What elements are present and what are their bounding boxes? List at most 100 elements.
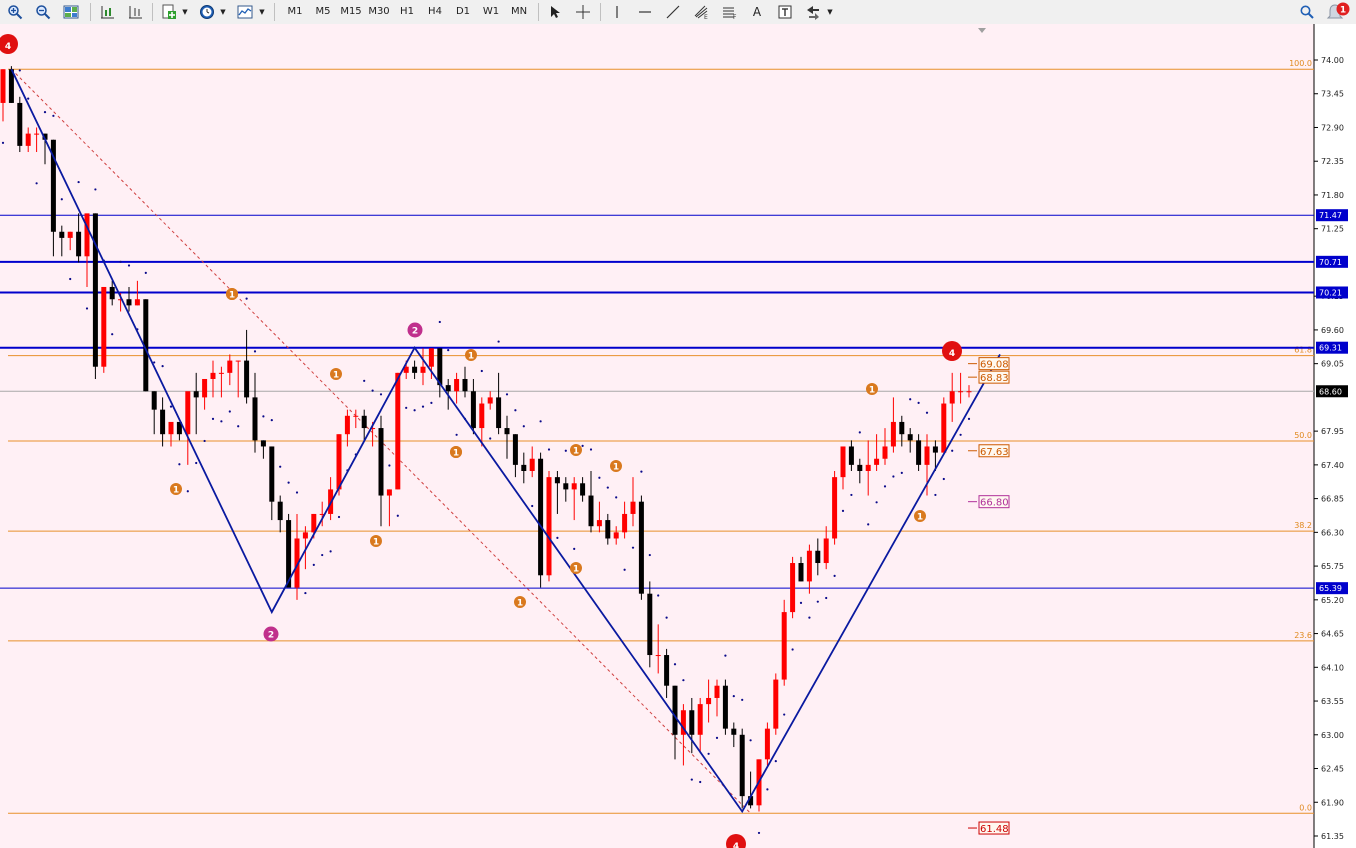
candle xyxy=(832,477,838,539)
hline-price-label: 71.47 xyxy=(1319,211,1342,220)
wave-label-text: 1 xyxy=(333,371,339,381)
timeframe-m15[interactable]: M15 xyxy=(338,2,364,21)
axis-price-label: 71.25 xyxy=(1321,225,1344,234)
candle xyxy=(428,348,434,367)
candle xyxy=(344,415,350,435)
sar-dot xyxy=(85,307,89,310)
candle xyxy=(462,378,468,392)
sar-dot xyxy=(405,406,408,409)
sar-dot xyxy=(43,111,47,114)
trendline-icon[interactable] xyxy=(662,2,684,21)
zoom-in-icon[interactable] xyxy=(4,2,26,21)
timeframe-m5[interactable]: M5 xyxy=(310,2,336,21)
wave-label-text: 1 xyxy=(869,386,875,396)
price-chart[interactable]: 100.0 61.8 50.0 38.2 23.6 0.0 69.08 68.83 67.63… xyxy=(0,24,1356,848)
candle xyxy=(689,710,695,735)
sar-dot xyxy=(883,485,887,488)
horizontal-line-icon[interactable] xyxy=(634,2,656,21)
sar-dot xyxy=(648,553,651,557)
sar-dot xyxy=(707,752,710,755)
arrows-icon[interactable] xyxy=(802,2,824,21)
candle xyxy=(168,421,174,435)
sar-dot xyxy=(337,515,341,519)
sar-dot xyxy=(573,547,576,551)
fibo-expansion-icon[interactable]: E xyxy=(690,2,712,21)
text-icon[interactable]: A xyxy=(746,2,768,21)
notification-count: 1 xyxy=(1340,5,1346,15)
wave-label-text: 4 xyxy=(949,349,955,359)
candle xyxy=(966,391,972,393)
timeframe-w1[interactable]: W1 xyxy=(478,2,504,21)
svg-text:F: F xyxy=(733,14,737,20)
timeframe-m1[interactable]: M1 xyxy=(282,2,308,21)
sar-dot xyxy=(774,760,777,763)
sar-dot xyxy=(547,448,551,451)
sar-dot xyxy=(564,449,567,452)
sar-dot xyxy=(186,490,189,493)
candle xyxy=(949,391,955,404)
candle xyxy=(714,685,720,698)
candle xyxy=(260,440,266,447)
alerts-icon[interactable]: 1 xyxy=(1324,2,1352,21)
sar-dot xyxy=(934,493,937,497)
axis-price-label: 69.05 xyxy=(1321,360,1344,369)
sar-dot xyxy=(522,425,525,428)
candle xyxy=(731,728,737,735)
chevron-down-icon[interactable]: ▼ xyxy=(219,2,227,21)
sar-dot xyxy=(480,369,483,373)
candle xyxy=(227,360,233,373)
chevron-down-icon[interactable]: ▼ xyxy=(826,2,834,21)
candle xyxy=(160,409,166,435)
candle xyxy=(504,428,510,435)
clock-icon[interactable] xyxy=(196,2,218,21)
chevron-down-icon[interactable]: ▼ xyxy=(181,2,189,21)
crosshair-icon[interactable] xyxy=(572,2,594,21)
axis-price-label: 74.00 xyxy=(1321,56,1344,65)
period-separator-icon[interactable] xyxy=(96,2,118,21)
candle xyxy=(815,550,821,564)
sar-dot xyxy=(514,409,517,412)
sar-dot xyxy=(556,536,559,539)
toolbar: ▼ ▼ ▼ M1 M5 M15 M30 H1 H4 D1 W1 MN E F A… xyxy=(0,0,1356,25)
chart-template-icon[interactable] xyxy=(234,2,256,21)
vertical-line-icon[interactable] xyxy=(606,2,628,21)
sar-dot xyxy=(27,97,30,100)
candle xyxy=(34,133,40,135)
timeframe-mn[interactable]: MN xyxy=(506,2,532,21)
timeframe-m30[interactable]: M30 xyxy=(366,2,392,21)
zoom-out-icon[interactable] xyxy=(32,2,54,21)
sar-dot xyxy=(741,698,744,701)
fibo-fan-icon[interactable]: F xyxy=(718,2,740,21)
timeframe-h1[interactable]: H1 xyxy=(394,2,420,21)
chart-shift-icon[interactable] xyxy=(124,2,146,21)
candle xyxy=(218,372,224,374)
candle xyxy=(622,513,628,533)
text-label-icon[interactable] xyxy=(774,2,796,21)
cursor-icon[interactable] xyxy=(544,2,566,21)
new-order-icon[interactable] xyxy=(158,2,180,21)
sar-dot xyxy=(220,420,223,423)
search-icon[interactable] xyxy=(1296,2,1318,21)
plot-area[interactable] xyxy=(0,24,1314,848)
candle xyxy=(932,446,938,453)
candle xyxy=(395,372,401,490)
timeframe-d1[interactable]: D1 xyxy=(450,2,476,21)
chevron-down-icon[interactable]: ▼ xyxy=(258,2,266,21)
candle xyxy=(521,464,527,472)
candle xyxy=(25,133,31,146)
tile-windows-icon[interactable] xyxy=(60,2,82,21)
timeframe-h4[interactable]: H4 xyxy=(422,2,448,21)
sar-dot xyxy=(245,297,248,300)
fib-level-label: 50.0 xyxy=(1294,431,1312,440)
candle xyxy=(638,501,644,594)
sar-dot xyxy=(925,411,929,414)
candle xyxy=(554,477,560,484)
candle xyxy=(252,397,258,441)
candle xyxy=(798,563,804,582)
candle xyxy=(874,458,880,465)
candle xyxy=(479,403,485,429)
sar-dot xyxy=(589,448,593,451)
sar-dot xyxy=(892,475,895,478)
wave-label-text: 1 xyxy=(468,352,474,362)
current-price-label: 68.60 xyxy=(1319,387,1342,396)
